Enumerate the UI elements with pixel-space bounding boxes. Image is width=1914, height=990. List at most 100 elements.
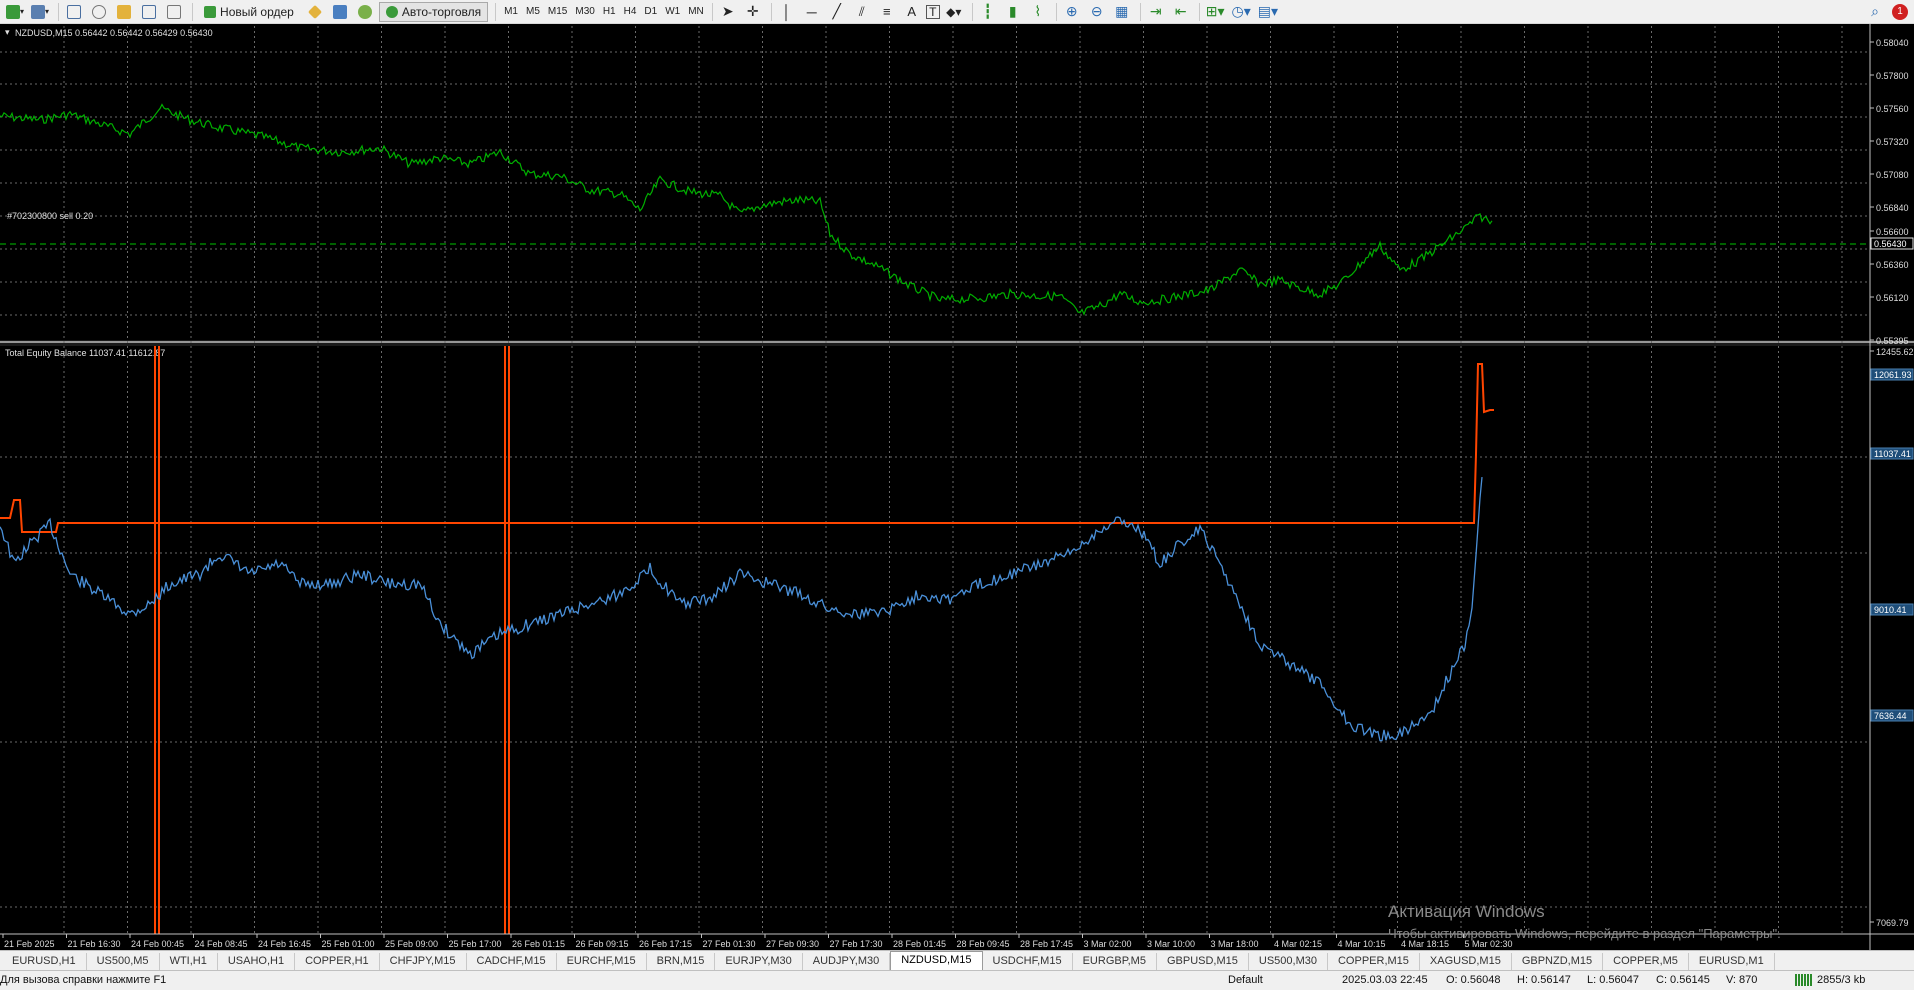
candlestick-icon[interactable]: ▮	[1002, 2, 1024, 22]
chart-tab[interactable]: COPPER,M5	[1603, 953, 1689, 970]
zoom-in-icon[interactable]: ⊕	[1061, 2, 1083, 22]
templates-icon[interactable]: ▤▾	[1256, 2, 1280, 22]
chart-tab[interactable]: AUDJPY,M30	[803, 953, 891, 970]
bar-high: H: 0.56147	[1517, 974, 1571, 986]
chart-tab[interactable]: EURUSD,M1	[1689, 953, 1775, 970]
search-icon[interactable]: ⌕	[1864, 2, 1886, 22]
chart-tab[interactable]: EURJPY,M30	[715, 953, 803, 970]
channel-icon[interactable]: ⫽	[851, 2, 873, 22]
timeframe-mn-button[interactable]: MN	[684, 2, 708, 22]
notification-icon[interactable]: 1	[1889, 2, 1911, 22]
indicators-icon[interactable]: ⊞▾	[1204, 2, 1227, 22]
timeframe-m1-button[interactable]: M1	[500, 2, 522, 22]
chart-tab[interactable]: US500,M5	[87, 953, 160, 970]
text-label-icon[interactable]: T	[925, 4, 940, 19]
fibonacci-icon[interactable]: ≡	[876, 2, 898, 22]
chart-tab[interactable]: EURCHF,M15	[557, 953, 647, 970]
chart-canvas[interactable]: 0.58040 0.57800 0.57560 0.57320 0.57080 0.568…	[0, 24, 1914, 950]
time-axis-label: 3 Mar 18:00	[1211, 939, 1259, 949]
chart-tab[interactable]: GBPNZD,M15	[1512, 953, 1604, 970]
price-axis-label: 0.57080	[1876, 170, 1909, 180]
chart-tab[interactable]: BRN,M15	[647, 953, 716, 970]
chart-window[interactable]: 0.58040 0.57800 0.57560 0.57320 0.57080 0.568…	[0, 24, 1914, 950]
timeframe-h4-button[interactable]: H4	[620, 2, 641, 22]
chart-tab[interactable]: COPPER,M15	[1328, 953, 1420, 970]
chart-tabs: EURUSD,H1 US500,M5 WTI,H1 USAHO,H1 COPPER,H1…	[0, 950, 1914, 970]
new-chart-icon[interactable]: ▾	[4, 2, 26, 22]
indicator-axis-label: 7069.79	[1876, 918, 1909, 928]
periodicity-icon[interactable]: ◷▾	[1230, 2, 1253, 22]
market-icon[interactable]	[354, 2, 376, 22]
time-axis-label: 28 Feb 01:45	[893, 939, 946, 949]
price-axis-label: 0.55395	[1876, 336, 1909, 346]
time-axis-label: 3 Mar 10:00	[1147, 939, 1195, 949]
market-watch-icon[interactable]	[63, 2, 85, 22]
chart-tab[interactable]: GBPUSD,M15	[1157, 953, 1249, 970]
price-axis-label: 0.56840	[1876, 203, 1909, 213]
chart-tab[interactable]: CHFJPY,M15	[380, 953, 467, 970]
chart-tab[interactable]: EURGBP,M5	[1073, 953, 1157, 970]
signals-icon[interactable]	[329, 2, 351, 22]
data-window-icon[interactable]	[88, 2, 110, 22]
time-axis-label: 25 Feb 17:00	[449, 939, 502, 949]
shapes-icon[interactable]: ◆▾	[943, 2, 965, 22]
zoom-out-icon[interactable]: ⊖	[1086, 2, 1108, 22]
indicator-badge-label: 7636.44	[1874, 711, 1907, 721]
vertical-line-icon[interactable]: │	[776, 2, 798, 22]
line-chart-icon[interactable]: ⌇	[1027, 2, 1049, 22]
auto-trading-label: Авто-торговля	[401, 4, 482, 19]
chart-tab[interactable]: WTI,H1	[160, 953, 218, 970]
chart-tab[interactable]: COPPER,H1	[295, 953, 380, 970]
time-axis-label: 24 Feb 08:45	[195, 939, 248, 949]
bar-volume: V: 870	[1726, 974, 1758, 986]
bar-chart-icon[interactable]: ┇	[977, 2, 999, 22]
bar-low: L: 0.56047	[1587, 974, 1639, 986]
new-order-button[interactable]: Новый ордер	[197, 2, 301, 22]
current-price-label: 0.56430	[1874, 239, 1907, 249]
chart-tab[interactable]: NZDUSD,M15	[890, 951, 983, 970]
chart-tab[interactable]: CADCHF,M15	[467, 953, 557, 970]
connection-icon	[1795, 974, 1813, 986]
time-axis-label: 27 Feb 01:30	[703, 939, 756, 949]
strategy-tester-icon[interactable]	[163, 2, 185, 22]
indicator-badge-label: 11037.41	[1874, 449, 1911, 459]
auto-trading-button[interactable]: Авто-торговля	[378, 1, 489, 22]
chart-tab[interactable]: XAGUSD,M15	[1420, 953, 1512, 970]
timeframe-h1-button[interactable]: H1	[599, 2, 620, 22]
time-axis-label: 24 Feb 16:45	[258, 939, 311, 949]
metaeditor-icon[interactable]	[304, 2, 326, 22]
timeframe-d1-button[interactable]: D1	[640, 2, 661, 22]
timeframe-m30-button[interactable]: M30	[571, 2, 598, 22]
horizontal-line-icon[interactable]: ─	[801, 2, 823, 22]
cursor-icon[interactable]: ➤	[717, 2, 739, 22]
chart-tab[interactable]: USDCHF,M15	[983, 953, 1073, 970]
navigator-icon[interactable]	[113, 2, 135, 22]
text-icon[interactable]: A	[901, 2, 923, 22]
connection-status[interactable]: 2855/3 kb	[1795, 974, 1865, 986]
crosshair-icon[interactable]: ✛	[742, 2, 764, 22]
order-label: #702300800 sell 0.20	[7, 211, 93, 221]
indicator-pane-header: Total Equity Balance 11037.41 11612.87	[5, 348, 165, 358]
chart-dropdown-icon: ▾	[5, 27, 10, 37]
main-toolbar: ▾ ▾ Новый ордер Авто-торговля M1 M5 M15 M30…	[0, 0, 1914, 24]
chart-tab[interactable]: EURUSD,H1	[2, 953, 87, 970]
timeframe-m15-button[interactable]: M15	[544, 2, 571, 22]
autoscroll-icon[interactable]: ⇥	[1145, 2, 1167, 22]
toolbar-separator	[711, 2, 713, 21]
chart-shift-icon[interactable]: ⇤	[1170, 2, 1192, 22]
bar-datetime: 2025.03.03 22:45	[1342, 974, 1428, 986]
time-axis-label: 21 Feb 16:30	[68, 939, 121, 949]
indicator-badge-label: 9010.41	[1874, 605, 1907, 615]
time-axis-label: 4 Mar 02:15	[1274, 939, 1322, 949]
time-axis-label: 28 Feb 17:45	[1020, 939, 1073, 949]
timeframe-m5-button[interactable]: M5	[522, 2, 544, 22]
traffic-text: 2855/3 kb	[1817, 974, 1866, 986]
trend-line-icon[interactable]: ╱	[826, 2, 848, 22]
terminal-icon[interactable]	[138, 2, 160, 22]
timeframe-w1-button[interactable]: W1	[661, 2, 684, 22]
tile-windows-icon[interactable]: ▦	[1111, 2, 1133, 22]
profiles-icon[interactable]: ▾	[29, 2, 51, 22]
chart-tab[interactable]: USAHO,H1	[218, 953, 296, 970]
notification-badge: 1	[1892, 3, 1908, 20]
chart-tab[interactable]: US500,M30	[1249, 953, 1328, 970]
